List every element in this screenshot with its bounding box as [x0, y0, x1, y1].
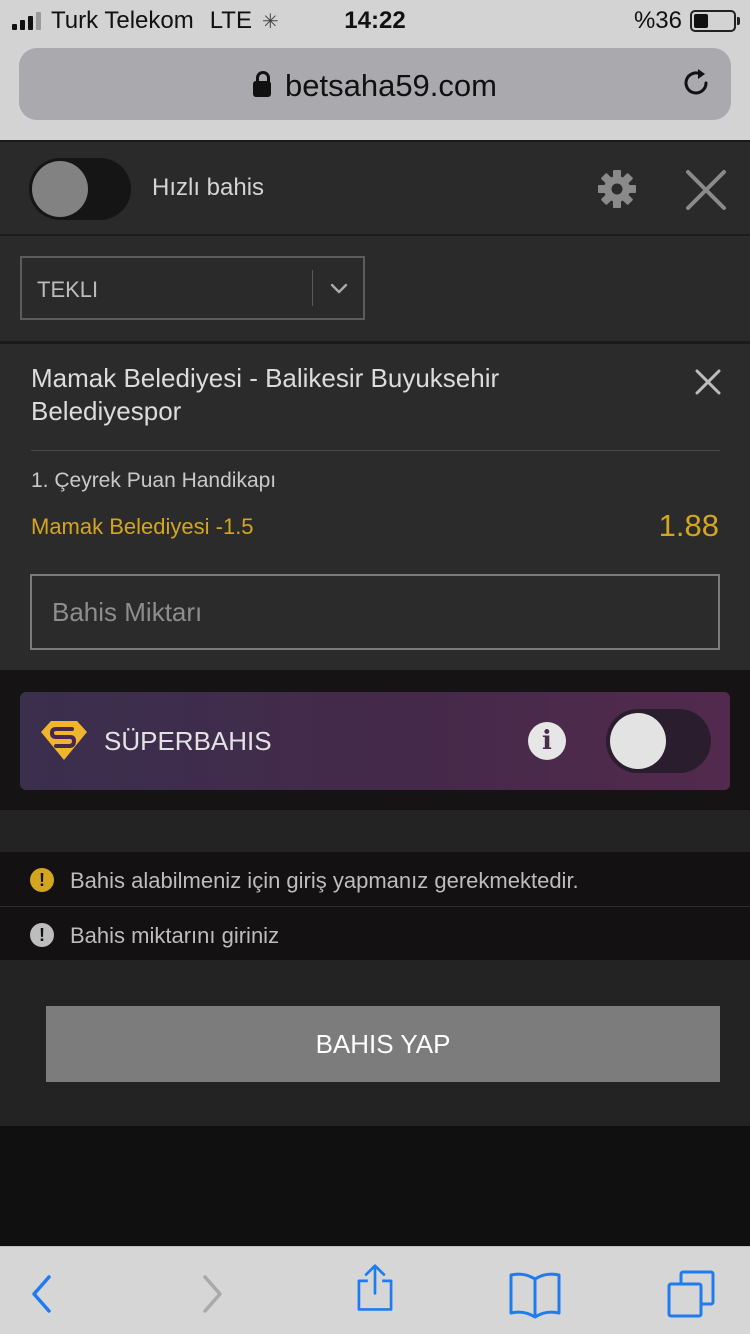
stake-input[interactable]: [30, 574, 720, 650]
forward-icon[interactable]: [186, 1269, 236, 1319]
bet-type-value: TEKLI: [37, 277, 99, 302]
card-divider: [31, 450, 720, 451]
browser-toolbar: [0, 1246, 750, 1334]
url-display: betsaha59.com: [19, 68, 731, 104]
tabs-icon[interactable]: [666, 1269, 716, 1319]
select-divider: [312, 270, 313, 306]
reload-icon[interactable]: [679, 66, 713, 100]
chevron-down-icon: [330, 283, 348, 294]
status-right: %36: [633, 7, 740, 35]
bet-type-row: TEKLI: [0, 236, 750, 344]
spacer: [0, 810, 750, 852]
battery-percent: %36: [633, 7, 682, 34]
close-icon[interactable]: [684, 168, 728, 212]
superbet-toggle[interactable]: [606, 709, 711, 773]
alert-icon: !: [30, 923, 54, 947]
bookmarks-icon[interactable]: [508, 1269, 562, 1319]
superbet-logo-icon: [41, 721, 87, 760]
quick-bet-toggle[interactable]: [29, 158, 131, 220]
place-bet-area: BAHIS YAP: [0, 960, 750, 1126]
warning-row: ! Bahis alabilmeniz için giriş yapmanız …: [0, 852, 750, 906]
page-background: [0, 1126, 750, 1246]
lock-icon: [253, 71, 271, 97]
superbet-strip: SÜPERBAHIS i: [0, 670, 750, 810]
url-text: betsaha59.com: [285, 68, 497, 103]
back-icon[interactable]: [18, 1269, 68, 1319]
toggle-knob: [610, 713, 666, 769]
ios-status-bar: Turk Telekom LTE ✳ 14:22 %36: [0, 0, 750, 40]
betslip-header: Hızlı bahis: [0, 140, 750, 236]
selection-name: Mamak Belediyesi -1.5: [31, 514, 254, 539]
warning-text: Bahis miktarını giriniz: [70, 923, 280, 948]
market-name: 1. Çeyrek Puan Handikapı: [31, 469, 277, 492]
superbet-box: SÜPERBAHIS i: [20, 692, 730, 790]
warnings-list: ! Bahis alabilmeniz için giriş yapmanız …: [0, 852, 750, 960]
match-title: Mamak Belediyesi - Balikesir Buyuksehir …: [31, 363, 500, 426]
warning-icon: !: [30, 868, 54, 892]
bet-card: Mamak Belediyesi - Balikesir Buyuksehir …: [0, 344, 750, 670]
browser-address-bar: betsaha59.com: [0, 40, 750, 140]
toggle-knob: [32, 161, 88, 217]
remove-bet-icon[interactable]: [694, 368, 722, 396]
warning-row: ! Bahis miktarını giriniz: [0, 906, 750, 960]
superbet-label: SÜPERBAHIS: [104, 726, 272, 756]
url-field[interactable]: betsaha59.com: [19, 48, 731, 120]
share-icon[interactable]: [350, 1263, 400, 1313]
bet-type-select[interactable]: TEKLI: [20, 256, 365, 320]
warning-text: Bahis alabilmeniz için giriş yapmanız ge…: [70, 868, 579, 893]
place-bet-button[interactable]: BAHIS YAP: [46, 1006, 720, 1082]
odds-value: 1.88: [658, 508, 719, 543]
gear-icon[interactable]: [596, 168, 638, 210]
battery-icon: [690, 10, 740, 32]
quick-bet-label: Hızlı bahis: [152, 174, 265, 201]
info-icon[interactable]: i: [528, 722, 566, 760]
